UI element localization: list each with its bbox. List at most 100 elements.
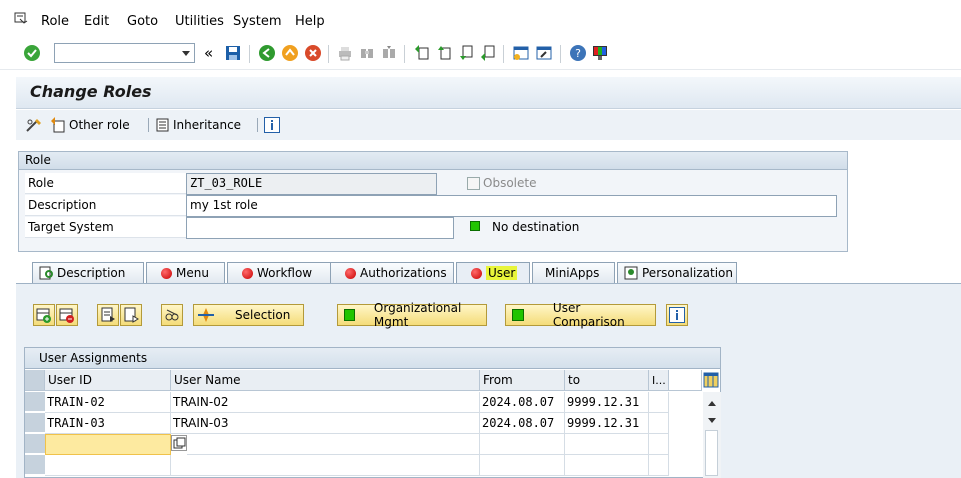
to-date-cell[interactable] [565, 455, 649, 476]
enter-check-icon[interactable] [23, 44, 41, 62]
column-header-indirect[interactable]: I... [649, 370, 669, 391]
menu-edit[interactable]: Edit [84, 14, 109, 29]
org-mgmt-button-label: Organizational Mgmt [373, 301, 462, 329]
tab-strip: Description Menu Workflow Authorizations… [18, 262, 961, 284]
column-header-from[interactable]: From [480, 370, 565, 391]
menu-role[interactable]: Role [41, 14, 69, 29]
user-id-cell[interactable]: TRAIN-03 [45, 413, 171, 434]
help-icon[interactable]: ? [569, 44, 587, 62]
menu-help[interactable]: Help [295, 14, 325, 29]
page-title: Change Roles [30, 82, 152, 101]
create-session-icon[interactable] [512, 44, 530, 62]
inheritance-button[interactable]: Inheritance [155, 116, 241, 134]
value-help-icon[interactable] [171, 435, 187, 451]
indirect-cell [649, 455, 669, 476]
delete-row-button[interactable] [56, 304, 78, 326]
from-date-cell[interactable] [480, 455, 565, 476]
previous-page-icon[interactable] [435, 44, 453, 62]
select-all-cell[interactable] [25, 370, 45, 391]
row-selector[interactable] [25, 434, 45, 454]
info-button[interactable] [666, 304, 688, 326]
inheritance-icon [156, 118, 169, 132]
other-object-icon [51, 117, 65, 133]
title-bar: Change Roles [16, 77, 961, 109]
menu-goto[interactable]: Goto [127, 14, 158, 29]
tab-authorizations[interactable]: Authorizations [330, 262, 454, 283]
tab-menu-label: Menu [176, 266, 209, 280]
next-page-icon[interactable] [457, 44, 475, 62]
user-assignments-table: User Assignments User ID User Name From … [24, 347, 721, 478]
org-mgmt-button[interactable]: Organizational Mgmt [337, 301, 487, 329]
scroll-thumb[interactable] [705, 430, 718, 476]
selection-button[interactable]: Selection [193, 304, 304, 326]
description-icon [39, 266, 53, 280]
column-config-icon[interactable] [703, 372, 719, 391]
tab-menu[interactable]: Menu [146, 262, 225, 283]
vertical-scrollbar[interactable] [703, 392, 721, 478]
collapse-command-icon[interactable]: « [204, 44, 213, 62]
column-header-user-name[interactable]: User Name [171, 370, 480, 391]
status-red-icon [242, 267, 253, 279]
indirect-cell [649, 434, 669, 455]
display-change-icon[interactable] [25, 117, 43, 136]
row-selector[interactable] [25, 413, 45, 433]
status-red-icon [345, 267, 356, 279]
menu-utilities[interactable]: Utilities [175, 14, 224, 29]
status-green-icon [512, 309, 524, 321]
select-all-button[interactable] [97, 304, 119, 326]
role-field[interactable]: ZT_03_ROLE [186, 173, 437, 195]
exit-icon[interactable] [281, 44, 299, 62]
from-date-cell[interactable] [480, 434, 565, 455]
table-title: User Assignments [25, 348, 720, 369]
menu-system[interactable]: System [233, 14, 281, 29]
tab-description[interactable]: Description [32, 262, 144, 283]
tab-user[interactable]: User [456, 262, 530, 283]
deselect-all-button[interactable] [120, 304, 142, 326]
print-icon[interactable] [336, 44, 354, 62]
user-id-input[interactable] [45, 434, 171, 455]
insert-row-button[interactable] [33, 304, 55, 326]
window-menu-icon[interactable] [14, 12, 28, 25]
tab-personalization-label: Personalization [642, 266, 733, 280]
details-button[interactable] [161, 304, 183, 326]
role-label: Role [25, 173, 192, 194]
user-id-cell[interactable]: TRAIN-02 [45, 392, 171, 413]
cancel-icon[interactable] [304, 44, 322, 62]
row-selector[interactable] [25, 455, 45, 475]
header-spacer [669, 370, 702, 391]
to-date-cell[interactable]: 9999.12.31 [565, 413, 649, 434]
inheritance-label: Inheritance [173, 118, 242, 132]
last-page-icon[interactable] [479, 44, 497, 62]
find-next-icon[interactable] [380, 44, 398, 62]
column-header-user-id[interactable]: User ID [45, 370, 171, 391]
column-header-to[interactable]: to [565, 370, 649, 391]
to-date-cell[interactable]: 9999.12.31 [565, 392, 649, 413]
save-icon[interactable] [224, 44, 242, 62]
description-field[interactable]: my 1st role [186, 195, 837, 217]
tab-personalization[interactable]: Personalization [617, 262, 737, 283]
tab-miniapps[interactable]: MiniApps [532, 262, 615, 283]
command-field[interactable] [54, 43, 195, 63]
tab-workflow[interactable]: Workflow [227, 262, 339, 283]
from-date-cell[interactable]: 2024.08.07 [480, 413, 565, 434]
first-page-icon[interactable] [413, 44, 431, 62]
to-date-cell[interactable] [565, 434, 649, 455]
back-icon[interactable] [258, 44, 276, 62]
find-icon[interactable] [358, 44, 376, 62]
scroll-up-icon[interactable] [707, 396, 717, 410]
obsolete-checkbox[interactable] [467, 177, 480, 190]
glasses-icon [165, 309, 179, 321]
customize-layout-icon[interactable] [591, 44, 609, 62]
divider [257, 118, 258, 132]
info-icon[interactable] [264, 117, 280, 136]
other-role-button[interactable]: Other role [51, 116, 130, 134]
generate-shortcut-icon[interactable] [535, 44, 553, 62]
chevron-down-icon[interactable] [181, 47, 191, 61]
scroll-down-icon[interactable] [707, 414, 717, 428]
user-comparison-button[interactable]: User Comparison [505, 301, 656, 329]
row-selector[interactable] [25, 392, 45, 412]
user-id-cell[interactable] [45, 455, 171, 476]
from-date-cell[interactable]: 2024.08.07 [480, 392, 565, 413]
tab-user-label: User [486, 266, 518, 280]
target-system-field[interactable] [186, 217, 454, 239]
